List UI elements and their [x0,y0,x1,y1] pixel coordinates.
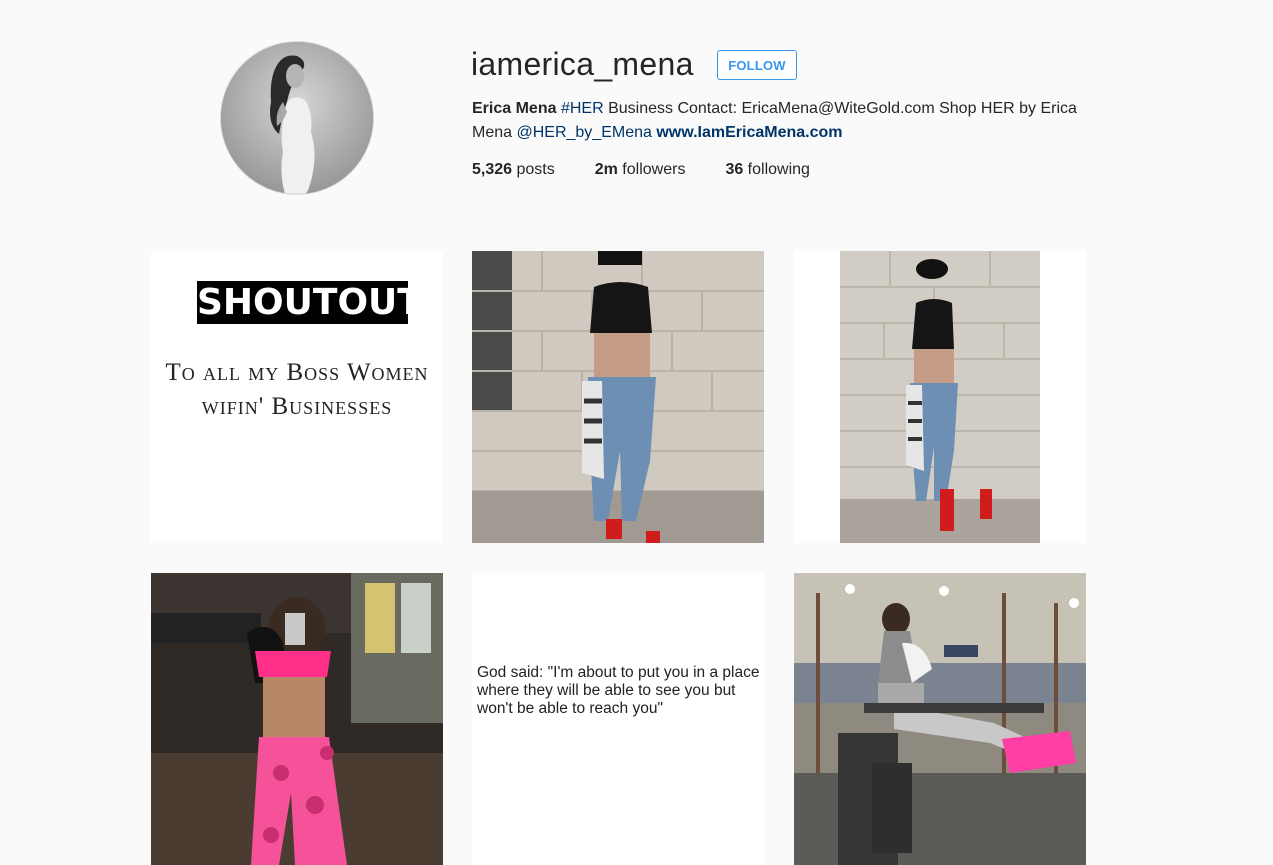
shoutout-line-1: To all my Boss Women [165,359,429,386]
post-tile-outfit-2[interactable] [794,251,1086,543]
follow-button[interactable]: FOLLOW [717,50,797,80]
post-photo-gym-workout [794,573,1086,865]
profile-bio: Erica Mena #HER Business Contact: EricaM… [472,97,1092,145]
bio-website-link[interactable]: www.IamEricaMena.com [656,124,842,141]
bio-name: Erica Mena [472,100,557,117]
post-tile-shoutout[interactable]: SHOUTOUT To all my Boss Women wifin' Bus… [151,251,443,543]
post-photo-gym-selfie [151,573,443,865]
shoutout-text: To all my Boss Women wifin' Businesses [151,356,443,424]
profile-stats: 5,326 posts 2m followers 36 following [472,159,850,181]
bio-hashtag-link[interactable]: #HER [561,100,604,117]
followers-label: followers [617,161,686,178]
quote-text: God said: "I'm about to put you in a pla… [477,664,760,717]
shoutout-title: SHOUTOUT [197,281,422,324]
posts-count: 5,326 [472,161,513,178]
post-photo-outfit-1 [472,251,764,543]
post-tile-gym-selfie[interactable] [151,573,443,865]
profile-avatar[interactable] [220,41,374,195]
following-count: 36 [725,161,744,178]
post-photo-outfit-2 [794,251,1086,543]
following-stat[interactable]: 36 following [725,159,810,181]
posts-stat: 5,326 posts [472,159,555,181]
post-tile-outfit-1[interactable] [472,251,764,543]
profile-username: iamerica_mena [471,46,694,82]
shoutout-line-2: wifin' Businesses [201,393,393,420]
avatar-photo [221,42,373,194]
followers-count: 2m [594,161,618,178]
post-tile-quote[interactable]: God said: "I'm about to put you in a pla… [472,573,764,865]
bio-mention-link[interactable]: @HER_by_EMena [516,124,651,141]
posts-label: posts [512,161,555,178]
post-tile-gym-workout[interactable] [794,573,1086,865]
following-label: following [743,161,810,178]
followers-stat[interactable]: 2m followers [595,159,686,181]
